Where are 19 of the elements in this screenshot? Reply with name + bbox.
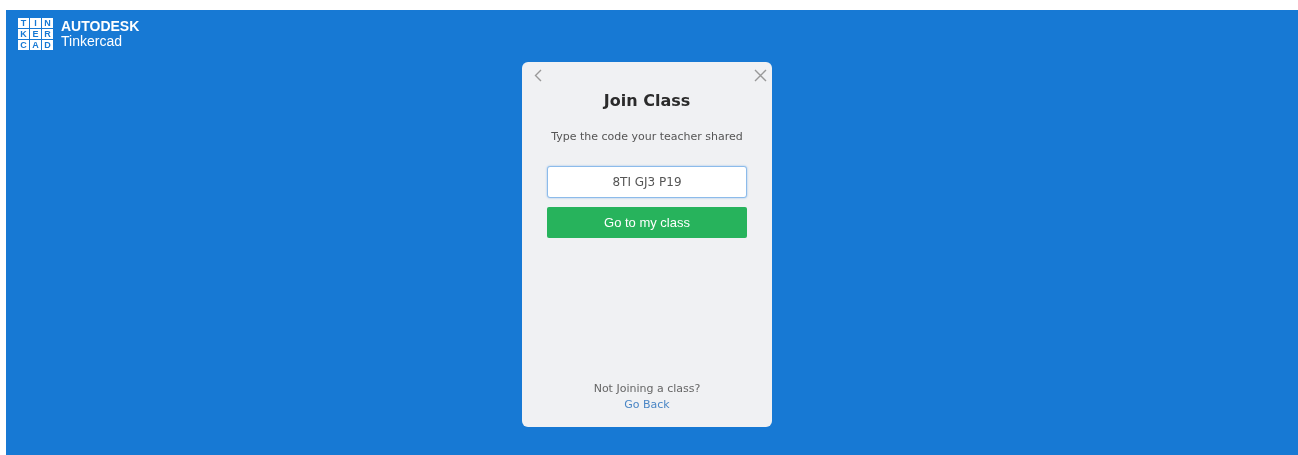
logo-tile: N	[42, 18, 53, 28]
logo-tile: R	[42, 29, 53, 39]
logo-tile: K	[18, 29, 29, 39]
logo-tile: E	[30, 29, 41, 39]
dialog-title: Join Class	[603, 91, 691, 110]
logo-tile: I	[30, 18, 41, 28]
back-chevron-icon[interactable]	[534, 69, 542, 82]
brand-name: AUTODESK	[61, 18, 140, 34]
product-name: Tinkercad	[61, 34, 123, 49]
go-back-link[interactable]: Go Back	[624, 398, 670, 411]
footer-text: Not Joining a class?	[593, 382, 701, 395]
logo-tile: T	[18, 18, 29, 28]
logo-tile: A	[30, 40, 41, 50]
logo-tile: D	[42, 40, 53, 50]
logo-tile: C	[18, 40, 29, 50]
class-code-field[interactable]: 8TI GJ3 P19	[547, 166, 747, 198]
close-icon[interactable]	[754, 69, 767, 82]
go-to-class-button[interactable]: Go to my class	[547, 207, 747, 238]
instruction-text: Type the code your teacher shared	[551, 130, 743, 143]
